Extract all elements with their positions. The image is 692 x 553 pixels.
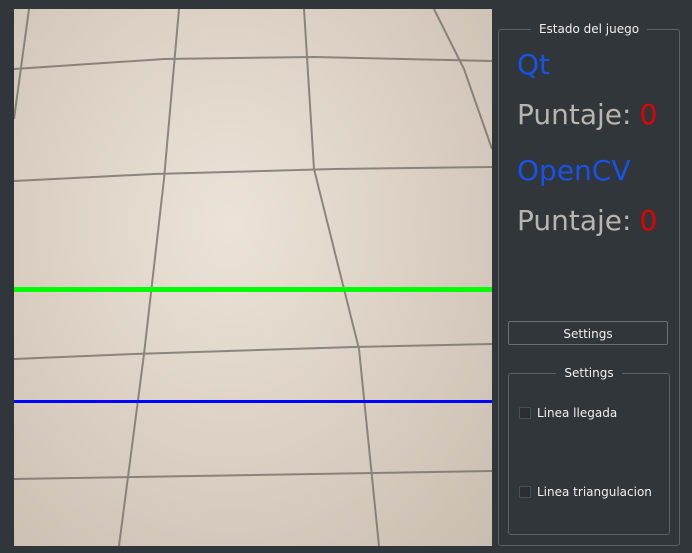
- finish-line-checkbox-box[interactable]: [519, 407, 531, 419]
- finish-line-checkbox-label: Linea llegada: [537, 406, 618, 420]
- finish-line-checkbox[interactable]: Linea llegada: [519, 406, 617, 420]
- settings-group: Settings Linea llegada Linea triangulaci…: [508, 366, 670, 535]
- triangulation-line-checkbox-label: Linea triangulacion: [537, 485, 652, 499]
- player2-score-row: Puntaje: 0: [517, 204, 657, 237]
- floor-tiles-image: [14, 9, 492, 546]
- player1-score-label: Puntaje:: [517, 98, 632, 131]
- triangulation-line: [14, 400, 492, 403]
- player2-score-value: 0: [639, 204, 658, 237]
- game-status-title: Estado del juego: [530, 22, 648, 36]
- player1-name: Qt: [517, 48, 551, 81]
- finish-line: [14, 287, 492, 292]
- player2-name: OpenCV: [517, 154, 631, 187]
- triangulation-line-checkbox-box[interactable]: [519, 486, 531, 498]
- camera-view: [14, 9, 492, 546]
- triangulation-line-checkbox[interactable]: Linea triangulacion: [519, 485, 652, 499]
- player1-score-row: Puntaje: 0: [517, 98, 657, 131]
- player1-score-value: 0: [639, 98, 658, 131]
- settings-group-title: Settings: [556, 366, 622, 380]
- settings-button[interactable]: Settings: [508, 321, 668, 345]
- player2-score-label: Puntaje:: [517, 204, 632, 237]
